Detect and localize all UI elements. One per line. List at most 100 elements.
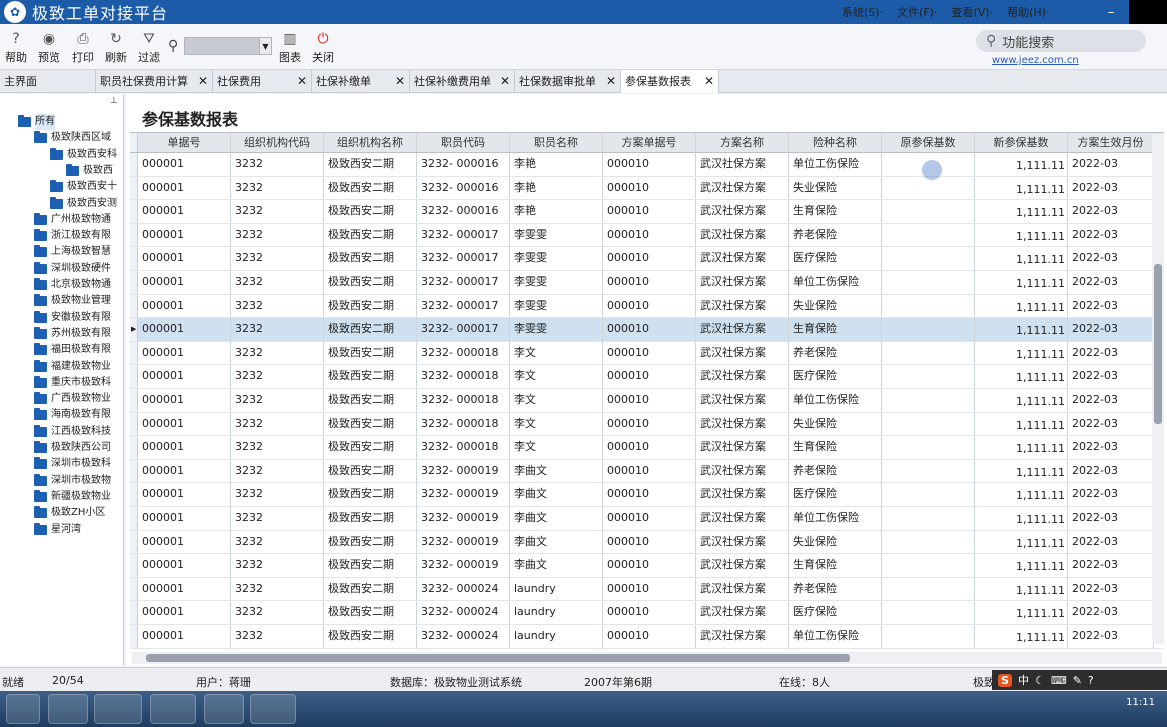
taskbar-item[interactable] (250, 694, 296, 724)
row-marker[interactable] (130, 153, 138, 176)
row-marker[interactable] (130, 247, 138, 270)
row-marker[interactable] (130, 271, 138, 294)
menu-file[interactable]: 文件(F)· (897, 4, 937, 20)
chart-button[interactable]: ▥ 图表 (275, 29, 305, 65)
close-icon[interactable]: ✕ (500, 70, 510, 93)
tree-node[interactable]: 广西极致物业 (34, 391, 111, 407)
tree-node[interactable]: 星河湾 (34, 522, 81, 538)
row-marker[interactable] (130, 176, 138, 200)
close-button[interactable]: ⏻ 关闭 (308, 29, 338, 65)
tree-node[interactable]: 极致西安十 (50, 179, 117, 195)
pin-icon[interactable]: ⊥ (110, 96, 118, 106)
table-row[interactable]: 000001 3232 极致西安二期 3232- 000018 李文 000010 武汉社保… (130, 436, 1164, 460)
tab-insurance-supplement[interactable]: 社保补缴单 ✕ (312, 70, 410, 93)
tree-node[interactable]: 新疆极致物业 (34, 489, 111, 505)
column-header[interactable]: 原参保基数 (882, 133, 975, 152)
help-button[interactable]: ? 帮助 (1, 29, 31, 65)
horizontal-scrollbar[interactable] (132, 652, 1162, 664)
table-row[interactable]: 000001 3232 极致西安二期 3232- 000019 李曲文 000010 武汉社… (130, 530, 1164, 555)
start-button[interactable] (6, 694, 40, 724)
tab-supplement-cost[interactable]: 社保补缴费用单 ✕ (410, 70, 515, 93)
vertical-scrollbar[interactable] (1152, 134, 1164, 644)
row-marker[interactable] (130, 625, 138, 648)
table-row[interactable]: 000001 3232 极致西安二期 3232- 000016 李艳 000010 武汉社保… (130, 176, 1164, 201)
function-search-input[interactable]: ⚲ 功能搜索 (976, 30, 1146, 52)
close-icon[interactable]: ✕ (704, 70, 714, 93)
row-marker[interactable] (130, 412, 138, 436)
row-marker[interactable] (130, 341, 138, 365)
ime-mode[interactable]: 中 (1018, 672, 1029, 688)
tab-main[interactable]: 主界面 (0, 70, 96, 93)
chevron-down-icon[interactable]: ▼ (260, 37, 272, 55)
row-marker[interactable] (130, 483, 138, 506)
close-icon[interactable]: ✕ (606, 70, 616, 93)
tree-node[interactable]: 福建极致物业 (34, 359, 111, 375)
tree-node[interactable]: 极致陕西区域 (34, 130, 111, 146)
close-icon[interactable]: ✕ (297, 70, 307, 93)
row-marker[interactable]: ▶ (130, 318, 138, 341)
table-row[interactable]: 000001 3232 极致西安二期 3232- 000017 李雯雯 000010 武汉社… (130, 247, 1164, 271)
table-row[interactable]: 000001 3232 极致西安二期 3232- 000018 李文 000010 武汉社保… (130, 389, 1164, 413)
row-marker[interactable] (130, 223, 138, 247)
row-marker[interactable] (130, 389, 138, 412)
tree-node[interactable]: 安徽极致有限 (34, 310, 111, 326)
minimize-button[interactable]: – (1100, 0, 1122, 24)
column-header[interactable]: 组织机构代码 (231, 133, 324, 152)
website-link[interactable]: www.jeez.com.cn (992, 55, 1079, 66)
table-row[interactable]: 000001 3232 极致西安二期 3232- 000016 李艳 000010 武汉社保… (130, 200, 1164, 224)
tree-node[interactable]: 极致物业管理 (34, 293, 111, 309)
filter-button[interactable]: ⛛ 过滤 (134, 29, 164, 65)
column-header[interactable]: 方案名称 (696, 133, 789, 152)
column-header[interactable]: 职员名称 (510, 133, 603, 152)
tree-node[interactable]: 极致ZH小区 (34, 505, 105, 521)
row-marker[interactable] (130, 365, 138, 388)
print-button[interactable]: ⎙ 打印 (68, 29, 98, 65)
column-header[interactable]: 单据号 (138, 133, 231, 152)
tree-node[interactable]: 苏州极致有限 (34, 326, 111, 342)
table-row[interactable]: 000001 3232 极致西安二期 3232- 000017 李雯雯 000010 武汉社… (130, 294, 1164, 319)
table-row[interactable]: 000001 3232 极致西安二期 3232- 000019 李曲文 000010 武汉社… (130, 507, 1164, 531)
tree-node[interactable]: 重庆市极致科 (34, 375, 111, 391)
table-row[interactable]: 000001 3232 极致西安二期 3232- 000017 李雯雯 000010 武汉社… (130, 271, 1164, 295)
taskbar-item[interactable] (48, 694, 88, 724)
ime-toolbar[interactable]: S 中 ☾ ⌨ ✎ ? (992, 670, 1167, 690)
taskbar-item[interactable] (94, 694, 142, 724)
preview-button[interactable]: ◉ 预览 (34, 29, 64, 65)
tree-node[interactable]: 海南极致有限 (34, 407, 111, 423)
column-header[interactable]: 方案生效月份 (1068, 133, 1154, 152)
taskbar-item[interactable] (204, 694, 244, 724)
close-icon[interactable]: ✕ (198, 70, 208, 93)
table-row[interactable]: 000001 3232 极致西安二期 3232- 000024 laundry 00001… (130, 601, 1164, 625)
tree-node[interactable]: 深圳市极致科 (34, 456, 111, 472)
search-combo-input[interactable] (184, 37, 260, 55)
tree-node[interactable]: 极致西 (66, 163, 113, 179)
tab-insurance-cost[interactable]: 社保费用 ✕ (213, 70, 312, 93)
tree-node[interactable]: 深圳市极致物 (34, 473, 111, 489)
column-header[interactable]: 方案单据号 (603, 133, 696, 152)
tree-node[interactable]: 极致西安科 (50, 147, 117, 163)
table-row[interactable]: 000001 3232 极致西安二期 3232- 000018 李文 000010 武汉社保… (130, 412, 1164, 437)
row-marker[interactable] (130, 601, 138, 624)
tree-node[interactable]: 江西极致科技 (34, 424, 111, 440)
tree-node[interactable]: 深圳极致硬件 (34, 261, 111, 277)
row-marker[interactable] (130, 577, 138, 601)
menu-view[interactable]: 查看(V)· (951, 4, 993, 20)
scroll-thumb[interactable] (146, 654, 850, 662)
tab-base-report[interactable]: 参保基数报表 ✕ (621, 70, 719, 93)
tree-node[interactable]: 北京极致物通 (34, 277, 111, 293)
close-icon[interactable]: ✕ (395, 70, 405, 93)
tree-node[interactable]: 福田极致有限 (34, 342, 111, 358)
row-marker[interactable] (130, 294, 138, 318)
table-row[interactable]: 000001 3232 极致西安二期 3232- 000018 李文 000010 武汉社保… (130, 341, 1164, 366)
tree-node[interactable]: 极致西安测 (50, 196, 117, 212)
column-header[interactable]: 新参保基数 (975, 133, 1068, 152)
scroll-thumb[interactable] (1154, 264, 1162, 424)
table-row[interactable]: 000001 3232 极致西安二期 3232- 000024 laundry 00001… (130, 625, 1164, 649)
table-row[interactable]: 000001 3232 极致西安二期 3232- 000024 laundry 00001… (130, 577, 1164, 602)
refresh-button[interactable]: ↻ 刷新 (101, 29, 131, 65)
tree-node[interactable]: 浙江极致有限 (34, 228, 111, 244)
table-row[interactable]: 000001 3232 极致西安二期 3232- 000019 李曲文 000010 武汉社… (130, 554, 1164, 578)
tree-node[interactable]: 所有 (18, 114, 55, 130)
table-row[interactable]: 000001 3232 极致西安二期 3232- 000019 李曲文 000010 武汉社… (130, 459, 1164, 484)
tree-node[interactable]: 极致陕西公司 (34, 440, 111, 456)
